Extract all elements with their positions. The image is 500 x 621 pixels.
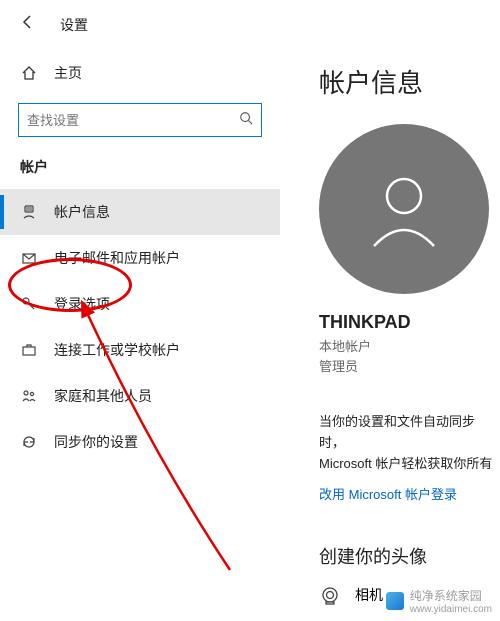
avatar [319, 124, 489, 294]
briefcase-icon [20, 342, 38, 358]
use-microsoft-account-link[interactable]: 改用 Microsoft 帐户登录 [319, 484, 500, 503]
page-title: 帐户信息 [319, 63, 500, 100]
user-icon [20, 204, 38, 220]
sidebar-item-label: 连接工作或学校帐户 [54, 340, 180, 360]
sidebar-item-label: 帐户信息 [54, 202, 110, 222]
account-type-local: 本地帐户 [319, 337, 500, 357]
sidebar-item-family[interactable]: 家庭和其他人员 [0, 373, 280, 419]
sidebar-item-label: 家庭和其他人员 [54, 386, 152, 406]
watermark-text: 纯净系统家园 [410, 587, 492, 604]
account-type-admin: 管理员 [319, 357, 500, 377]
create-avatar-heading: 创建你的头像 [319, 543, 500, 569]
sidebar-item-label: 电子邮件和应用帐户 [54, 248, 180, 268]
search-icon [239, 111, 253, 130]
sidebar-item-account-info[interactable]: 帐户信息 [0, 189, 280, 235]
content-area: 帐户信息 THINKPAD 本地帐户 管理员 当你的设置和文件自动同步时， Mi… [295, 45, 500, 605]
watermark-logo-icon [386, 592, 404, 610]
home-nav[interactable]: 主页 [0, 53, 280, 93]
header-bar: 设置 [0, 0, 500, 45]
watermark: 纯净系统家园 www.yidaimei.com [386, 587, 492, 615]
search-input[interactable] [27, 113, 227, 128]
window-title: 设置 [60, 15, 88, 35]
account-name: THINKPAD [319, 312, 500, 333]
sidebar-section-title: 帐户 [0, 151, 280, 189]
home-label: 主页 [54, 63, 82, 83]
camera-icon [319, 585, 341, 605]
mail-icon [20, 250, 38, 266]
sidebar-item-signin-options[interactable]: 登录选项 [0, 281, 280, 327]
sync-icon [20, 434, 38, 450]
sidebar: 主页 帐户 帐户信息 电子邮件和应用帐户 登录选项 连接工作或学校帐户 [0, 45, 280, 465]
family-icon [20, 388, 38, 404]
sidebar-item-label: 同步你的设置 [54, 432, 138, 452]
search-box[interactable] [18, 103, 262, 137]
sidebar-item-email[interactable]: 电子邮件和应用帐户 [0, 235, 280, 281]
camera-label: 相机 [355, 585, 383, 605]
home-icon [20, 65, 38, 81]
sidebar-item-label: 登录选项 [54, 294, 110, 314]
key-icon [20, 296, 38, 312]
back-icon[interactable] [20, 14, 36, 35]
sidebar-item-sync[interactable]: 同步你的设置 [0, 419, 280, 465]
sidebar-item-work-school[interactable]: 连接工作或学校帐户 [0, 327, 280, 373]
watermark-url: www.yidaimei.com [410, 604, 492, 615]
sync-description: 当你的设置和文件自动同步时， Microsoft 帐户轻松获取你所有 [319, 412, 500, 474]
